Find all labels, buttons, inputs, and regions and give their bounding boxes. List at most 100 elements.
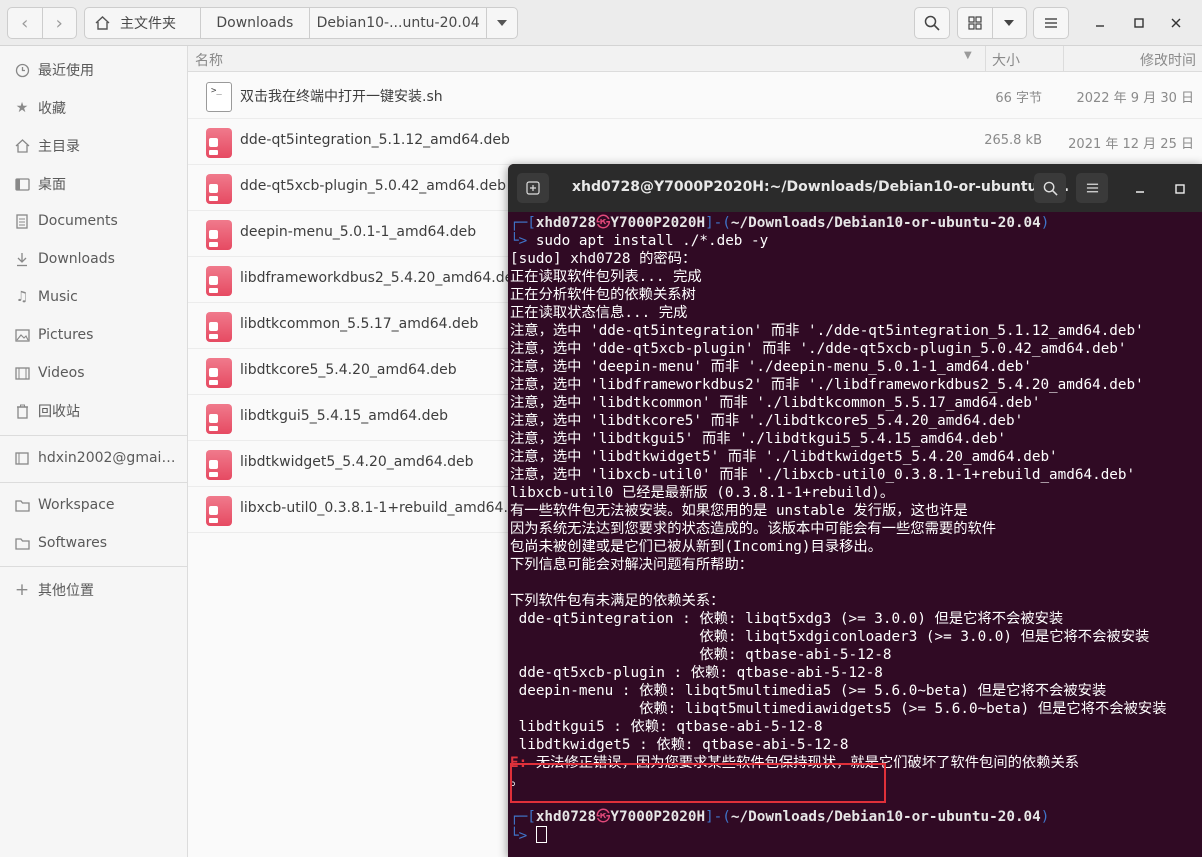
- sidebar-item-desktop[interactable]: 桌面: [0, 167, 188, 201]
- terminal-search-button[interactable]: [1034, 173, 1066, 203]
- sidebar-divider: [0, 435, 188, 436]
- sidebar-item-documents[interactable]: Documents: [0, 204, 188, 238]
- output-line: 依赖: libqt5xdgiconloader3 (>= 3.0.0) 但是它将…: [510, 629, 1150, 645]
- sidebar-item-label: Videos: [38, 365, 85, 381]
- breadcrumb-downloads[interactable]: Downloads: [201, 8, 311, 38]
- menu-button[interactable]: [1033, 7, 1069, 39]
- minimize-icon: [1096, 25, 1104, 27]
- command-line: └> sudo apt install ./*.deb -y: [510, 233, 769, 249]
- sidebar-item-label: Pictures: [38, 327, 94, 343]
- deb-package-icon: [206, 450, 232, 480]
- sidebar-item-trash[interactable]: 回收站: [0, 394, 188, 428]
- sidebar-item-videos[interactable]: Videos: [0, 356, 188, 390]
- breadcrumb-home[interactable]: 主文件夹: [85, 8, 201, 38]
- navigation-buttons: ‹ ›: [7, 7, 77, 39]
- deb-package-icon: [206, 128, 232, 158]
- column-header: 名称 ▼ 大小 修改时间: [188, 46, 1202, 72]
- input-line[interactable]: └>: [510, 826, 1202, 844]
- output-line: libdtkwidget5 : 依赖: qtbase-abi-5-12-8: [510, 737, 849, 753]
- prompt-user: xhd0728: [535, 215, 597, 231]
- new-tab-icon: [526, 181, 540, 195]
- folder-icon: [0, 537, 38, 550]
- grid-view-button[interactable]: [958, 8, 993, 38]
- sidebar-item-other-locations[interactable]: + 其他位置: [0, 573, 188, 607]
- file-name: libdframeworkdbus2_5.4.20_amd64.deb: [240, 270, 523, 286]
- back-button[interactable]: ‹: [8, 8, 43, 38]
- column-size-header[interactable]: 大小: [985, 46, 1063, 72]
- sidebar-item-workspace[interactable]: Workspace: [0, 488, 188, 522]
- minimize-button[interactable]: [1089, 12, 1111, 34]
- prompt-host: Y7000P2020H: [610, 215, 706, 231]
- plus-icon: +: [14, 580, 30, 600]
- terminal-menu-button[interactable]: [1076, 173, 1108, 203]
- terminal-output[interactable]: ┌─[xhd0728㉿Y7000P2020H]-(~/Downloads/Deb…: [510, 214, 1202, 844]
- deb-package-icon: [206, 496, 232, 526]
- output-line: dde-qt5xcb-plugin : 依赖: qtbase-abi-5-12-…: [510, 665, 883, 681]
- column-modified-header[interactable]: 修改时间: [1063, 46, 1202, 72]
- file-row[interactable]: >_ 双击我在终端中打开一键安装.sh 66 字节 2022 年 9 月 30 …: [188, 73, 1202, 119]
- sidebar: 最近使用 ★ 收藏 主目录 桌面 Documents Downloads ♫ M…: [0, 46, 188, 857]
- sidebar-divider: [0, 566, 188, 567]
- maximize-button[interactable]: [1128, 12, 1150, 34]
- sidebar-item-music[interactable]: ♫ Music: [0, 280, 188, 314]
- sidebar-item-recent[interactable]: 最近使用: [0, 53, 188, 87]
- sidebar-item-downloads[interactable]: Downloads: [0, 242, 188, 276]
- breadcrumb-current[interactable]: Debian10-...untu-20.04: [310, 8, 488, 38]
- close-button[interactable]: [1165, 12, 1187, 34]
- output-line: 有一些软件包无法被安装。如果您用的是 unstable 发行版，这也许是: [510, 503, 968, 519]
- maximize-icon: [1134, 18, 1144, 28]
- terminal-window: xhd0728@Y7000P2020H:~/Downloads/Debian10…: [508, 164, 1202, 857]
- clock-icon: [0, 63, 38, 78]
- search-icon: [924, 15, 940, 31]
- text-cursor: [535, 826, 547, 843]
- deb-package-icon: [206, 358, 232, 388]
- prompt-line: ┌─[xhd0728㉿Y7000P2020H]-(~/Downloads/Deb…: [510, 809, 1050, 825]
- file-name: libdtkgui5_5.4.15_amd64.deb: [240, 408, 448, 424]
- output-line: 注意，选中 'libdtkcommon' 而非 './libdtkcommon_…: [510, 395, 1041, 411]
- output-line: 下列软件包有未满足的依赖关系：: [510, 593, 725, 609]
- output-line: 注意，选中 'dde-qt5integration' 而非 './dde-qt5…: [510, 323, 1144, 339]
- file-row[interactable]: dde-qt5integration_5.1.12_amd64.deb 265.…: [188, 119, 1202, 165]
- terminal-minimize-button[interactable]: [1130, 179, 1150, 199]
- terminal-header-bar: xhd0728@Y7000P2020H:~/Downloads/Debian10…: [508, 164, 1202, 212]
- path-dropdown-button[interactable]: [487, 8, 517, 38]
- new-tab-button[interactable]: [517, 173, 549, 203]
- sidebar-item-softwares[interactable]: Softwares: [0, 526, 188, 560]
- hamburger-icon: [1045, 18, 1057, 28]
- column-name-header[interactable]: 名称: [195, 50, 223, 70]
- prompt-line: ┌─[xhd0728㉿Y7000P2020H]-(~/Downloads/Deb…: [510, 215, 1050, 231]
- file-name: dde-qt5xcb-plugin_5.0.42_amd64.deb: [240, 178, 506, 194]
- document-icon: [0, 213, 38, 229]
- file-name: 双击我在终端中打开一键安装.sh: [240, 89, 443, 105]
- search-button[interactable]: [914, 7, 950, 39]
- prompt-host: Y7000P2020H: [610, 809, 706, 825]
- output-line: 注意，选中 'dde-qt5xcb-plugin' 而非 './dde-qt5x…: [510, 341, 1127, 357]
- output-line: 注意，选中 'libdtkgui5' 而非 './libdtkgui5_5.4.…: [510, 431, 1007, 447]
- file-modified: 2022 年 9 月 30 日: [1076, 91, 1194, 106]
- highlight-box: [510, 763, 886, 803]
- sidebar-item-label: 桌面: [38, 177, 66, 193]
- sidebar-item-label: Downloads: [38, 251, 115, 267]
- sidebar-item-account[interactable]: hdxin2002@gmail...: [0, 441, 188, 475]
- sidebar-item-pictures[interactable]: Pictures: [0, 318, 188, 352]
- breadcrumb-label: Downloads: [216, 15, 294, 31]
- sidebar-item-label: Music: [38, 289, 78, 305]
- forward-button[interactable]: ›: [43, 8, 77, 38]
- output-line: 注意，选中 'deepin-menu' 而非 './deepin-menu_5.…: [510, 359, 1032, 375]
- download-icon: [0, 252, 38, 267]
- terminal-maximize-button[interactable]: [1170, 179, 1190, 199]
- sidebar-item-starred[interactable]: ★ 收藏: [0, 91, 188, 125]
- deb-package-icon: [206, 404, 232, 434]
- deb-package-icon: [206, 220, 232, 250]
- output-line: [sudo] xhd0728 的密码：: [510, 251, 697, 267]
- view-options-button[interactable]: [993, 8, 1027, 38]
- prompt-cwd: ~/Downloads/Debian10-or-ubuntu-20.04: [730, 809, 1041, 825]
- video-icon: [0, 366, 38, 380]
- output-line: 下列信息可能会对解决问题有所帮助：: [510, 557, 754, 573]
- maximize-icon: [1175, 184, 1185, 194]
- file-name: libdtkwidget5_5.4.20_amd64.deb: [240, 454, 474, 470]
- sidebar-item-home[interactable]: 主目录: [0, 129, 188, 163]
- output-line: 注意，选中 'libdframeworkdbus2' 而非 './libdfra…: [510, 377, 1144, 393]
- skull-icon: ㉿: [596, 809, 611, 825]
- output-line: 包尚未被创建或是它们已被从新到(Incoming)目录移出。: [510, 539, 883, 555]
